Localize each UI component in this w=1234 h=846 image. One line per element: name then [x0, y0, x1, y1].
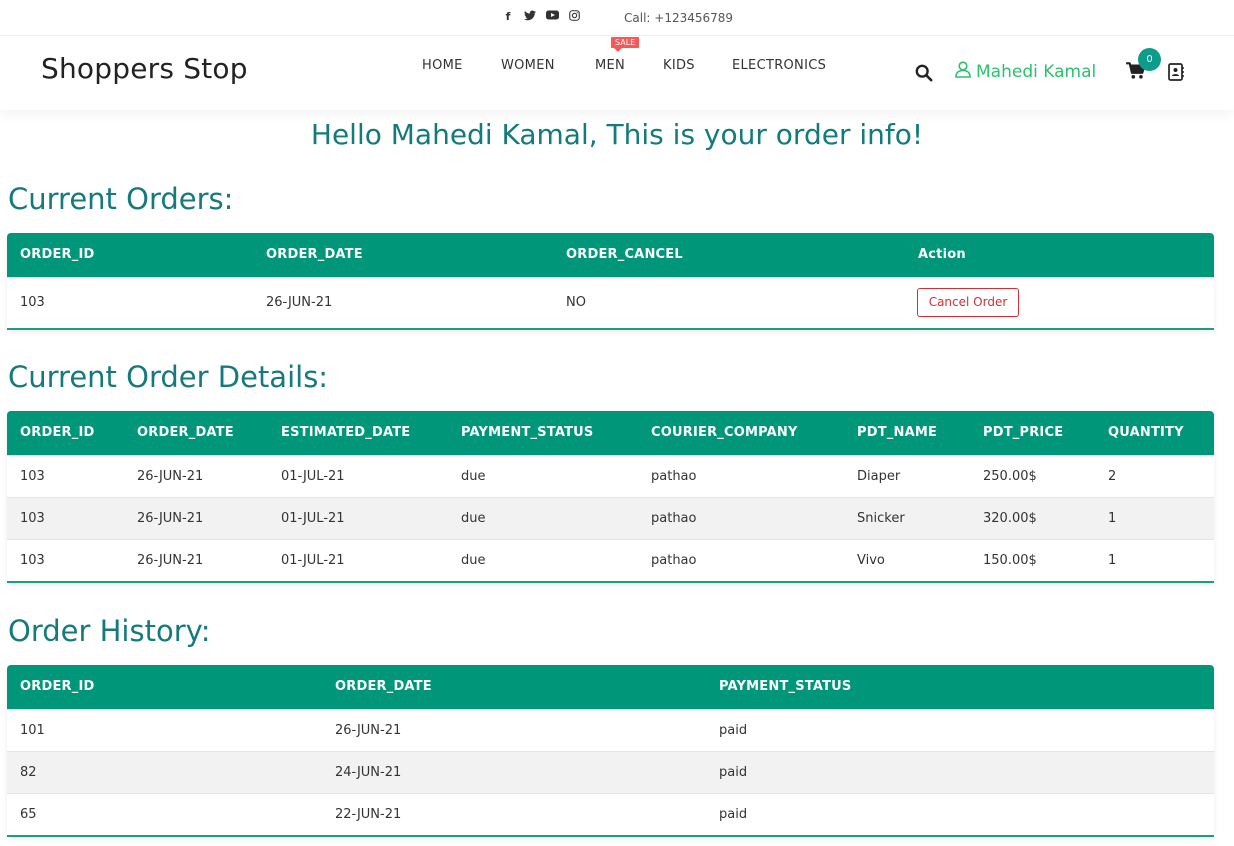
table-cell: pathao [651, 469, 697, 484]
table-cell: 01-JUL-21 [281, 511, 345, 526]
column-header: PDT_NAME [857, 425, 938, 440]
nav-men[interactable]: MEN [595, 58, 625, 73]
order-date-cell: 26-JUN-21 [266, 295, 333, 310]
address-book-icon[interactable] [1168, 63, 1184, 81]
main-header: Shoppers Stop HOME WOMEN MEN KIDS ELECTR… [0, 36, 1234, 110]
column-header: ORDER_ID [20, 425, 95, 440]
table-cell: 26-JUN-21 [137, 511, 204, 526]
twitter-icon[interactable] [524, 10, 536, 24]
column-header: ORDER_CANCEL [566, 247, 683, 262]
nav-women[interactable]: WOMEN [501, 58, 555, 73]
top-bar: f Call: +123456789 [0, 0, 1234, 36]
current-orders-table: ORDER_ID ORDER_DATE ORDER_CANCEL Action … [7, 233, 1214, 330]
order-history-table: ORDER_ID ORDER_DATE PAYMENT_STATUS 101 2… [7, 665, 1214, 837]
column-header: ESTIMATED_DATE [281, 425, 411, 440]
table-cell: 65 [20, 807, 37, 822]
table-cell: 22-JUN-21 [335, 807, 402, 822]
table-cell: due [461, 469, 486, 484]
table-cell: 250.00$ [983, 469, 1037, 484]
nav-kids[interactable]: KIDS [663, 58, 695, 73]
table-cell: 26-JUN-21 [335, 723, 402, 738]
table-cell: 103 [20, 553, 45, 568]
table-cell: 01-JUL-21 [281, 553, 345, 568]
column-header: Action [918, 247, 966, 262]
facebook-icon[interactable]: f [502, 10, 514, 24]
table-cell: 103 [20, 469, 45, 484]
table-cell: due [461, 553, 486, 568]
order-cancel-cell: NO [566, 295, 586, 310]
table-cell: pathao [651, 511, 697, 526]
table-cell: due [461, 511, 486, 526]
table-cell: 150.00$ [983, 553, 1037, 568]
column-header: ORDER_DATE [266, 247, 363, 262]
column-header: PAYMENT_STATUS [719, 679, 852, 694]
table-cell: 101 [20, 723, 45, 738]
column-header: PDT_PRICE [983, 425, 1064, 440]
order-id-cell: 103 [20, 295, 45, 310]
table-row: 103 26-JUN-21 01-JUL-21 due pathao Vivo … [7, 539, 1214, 581]
table-header: ORDER_ID ORDER_DATE ESTIMATED_DATE PAYME… [7, 411, 1214, 455]
nav-electronics[interactable]: ELECTRONICS [732, 58, 826, 73]
column-header: PAYMENT_STATUS [461, 425, 594, 440]
column-header: COURIER_COMPANY [651, 425, 798, 440]
table-cell: Vivo [857, 553, 885, 568]
table-row: 103 26-JUN-21 NO Cancel Order [7, 277, 1214, 328]
table-row: 103 26-JUN-21 01-JUL-21 due pathao Diape… [7, 455, 1214, 497]
table-cell: 26-JUN-21 [137, 469, 204, 484]
sale-badge: SALE [611, 37, 640, 52]
table-row: 65 22-JUN-21 paid [7, 793, 1214, 835]
order-details-table: ORDER_ID ORDER_DATE ESTIMATED_DATE PAYME… [7, 411, 1214, 583]
table-cell: 103 [20, 511, 45, 526]
column-header: ORDER_DATE [335, 679, 432, 694]
table-row: 101 26-JUN-21 paid [7, 709, 1214, 751]
table-header: ORDER_ID ORDER_DATE ORDER_CANCEL Action [7, 233, 1214, 277]
table-cell: 82 [20, 765, 37, 780]
social-links: f [502, 10, 580, 24]
table-cell: pathao [651, 553, 697, 568]
table-cell: 01-JUL-21 [281, 469, 345, 484]
search-icon[interactable] [915, 64, 933, 82]
youtube-icon[interactable] [546, 10, 559, 24]
table-cell: 1 [1108, 511, 1117, 526]
column-header: ORDER_ID [20, 247, 95, 262]
table-cell: 26-JUN-21 [137, 553, 204, 568]
cart-count-badge: 0 [1138, 48, 1161, 71]
table-cell: paid [719, 807, 748, 822]
table-cell: paid [719, 765, 748, 780]
nav-home[interactable]: HOME [422, 58, 463, 73]
table-cell: 320.00$ [983, 511, 1037, 526]
table-cell: paid [719, 723, 748, 738]
instagram-icon[interactable] [568, 10, 580, 24]
table-cell: Snicker [857, 511, 905, 526]
brand-logo[interactable]: Shoppers Stop [41, 52, 248, 85]
table-cell: Diaper [857, 469, 901, 484]
current-orders-title: Current Orders: [8, 182, 234, 216]
user-icon [955, 61, 971, 83]
table-header: ORDER_ID ORDER_DATE PAYMENT_STATUS [7, 665, 1214, 709]
table-cell: 1 [1108, 553, 1117, 568]
column-header: ORDER_DATE [137, 425, 234, 440]
cancel-order-button[interactable]: Cancel Order [917, 288, 1019, 317]
order-details-title: Current Order Details: [8, 360, 329, 394]
table-cell: 24-JUN-21 [335, 765, 402, 780]
call-number: Call: +123456789 [624, 11, 734, 25]
user-account-link[interactable]: Mahedi Kamal [955, 61, 1096, 83]
table-cell: 2 [1108, 469, 1117, 484]
order-history-title: Order History: [8, 614, 211, 648]
user-name: Mahedi Kamal [976, 62, 1097, 82]
table-row: 103 26-JUN-21 01-JUL-21 due pathao Snick… [7, 497, 1214, 539]
table-row: 82 24-JUN-21 paid [7, 751, 1214, 793]
column-header: QUANTITY [1108, 425, 1184, 440]
column-header: ORDER_ID [20, 679, 95, 694]
greeting-heading: Hello Mahedi Kamal, This is your order i… [310, 118, 924, 151]
